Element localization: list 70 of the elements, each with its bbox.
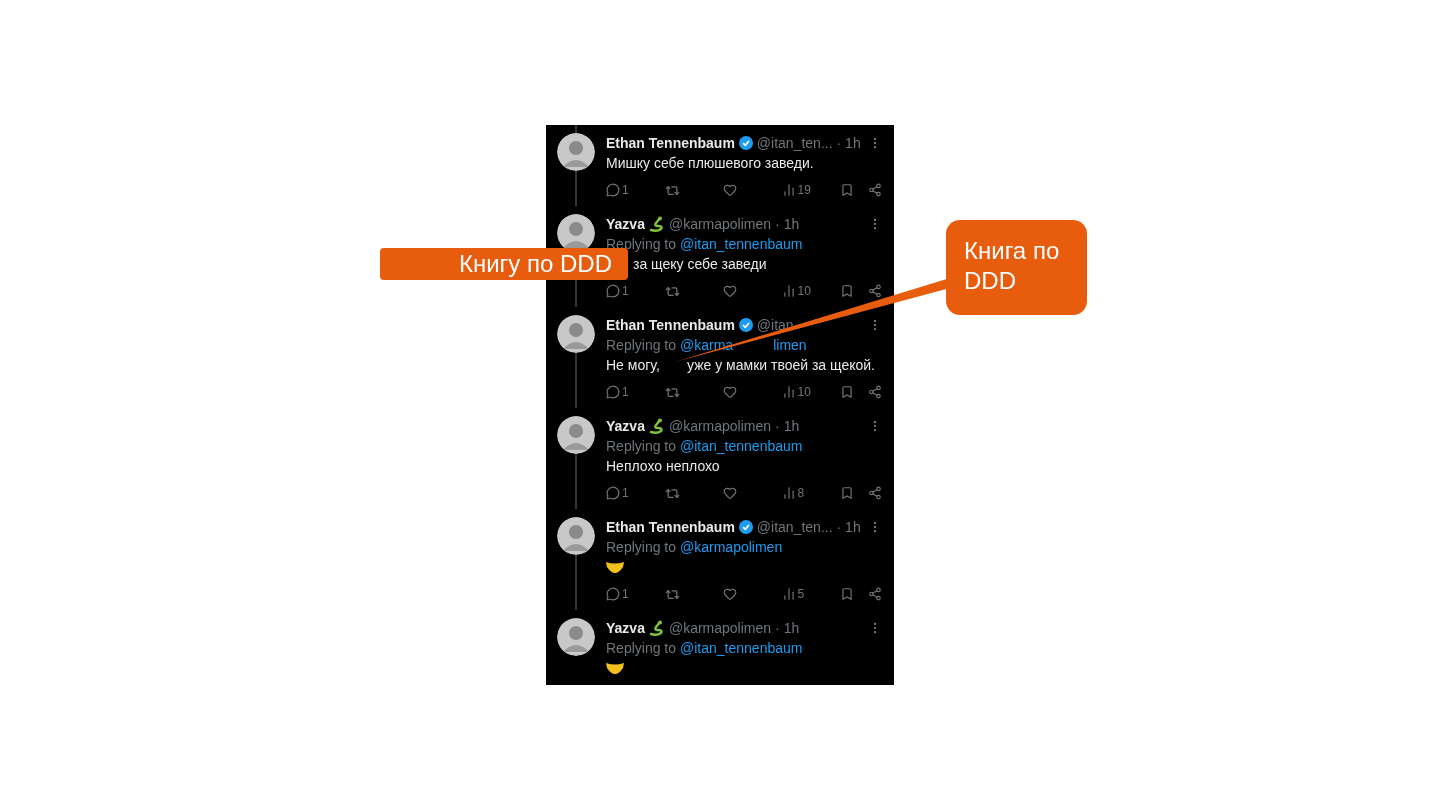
verified-badge-icon [738,318,753,332]
tweet-text: Неплохо неплохо [606,457,721,476]
tweet-text: Мишку себе плюшевого заведи. [606,154,815,173]
mention-link[interactable]: @karma [680,335,734,355]
bookmark-icon[interactable] [840,486,854,500]
views-button[interactable]: 8 [781,486,818,500]
reply-button[interactable]: 1 [606,385,642,399]
reply-button[interactable]: 1 [606,587,642,601]
annotation-label: Книгу по DDD [380,248,628,280]
mention-link[interactable]: @karmapolimen [680,537,783,557]
author-name[interactable]: Yazva [606,216,645,232]
avatar[interactable] [557,416,595,454]
tweet-text: за щеку себе заведи [632,255,768,274]
share-icon[interactable] [868,486,882,500]
share-icon[interactable] [868,284,882,298]
bookmark-icon[interactable] [840,284,854,298]
views-button[interactable]: 10 [781,284,818,298]
handshake-icon [606,662,624,674]
share-icon[interactable] [868,183,882,197]
bar-chart-icon [781,284,796,298]
replying-label: Replying to [606,639,677,658]
bar-chart-icon [781,183,796,197]
mention-link[interactable]: limen [773,335,807,355]
avatar[interactable] [557,315,595,353]
author-name[interactable]: Ethan Tennenbaum [606,135,735,151]
tweet-time: · 1h [775,418,800,434]
author-handle: @karmapolimen [668,216,772,232]
author-name[interactable]: Yazva [606,418,645,434]
author-handle: @karmapolimen [668,620,772,636]
share-icon[interactable] [868,587,882,601]
handshake-icon [606,561,624,573]
annotation-callout: Книга по DDD [946,220,1087,315]
replying-label: Replying to [606,538,677,557]
mention-link[interactable]: @itan_tennenbaum [680,638,803,658]
avatar[interactable] [557,133,595,171]
author-name[interactable]: Ethan Tennenbaum [606,317,735,333]
replying-label: Replying to [606,336,677,355]
mention-link[interactable]: @itan_tennenbaum [680,234,803,254]
mention-link[interactable]: @itan_tennenbaum [680,436,803,456]
avatar[interactable] [557,618,595,656]
bar-chart-icon [781,486,796,500]
avatar[interactable] [557,517,595,555]
tweet-time: · 1h [775,620,800,636]
author-name[interactable]: Yazva [606,620,645,636]
tweet-time: · 1h [836,135,861,151]
reply-button[interactable]: 1 [606,183,642,197]
snake-icon [648,418,665,434]
bar-chart-icon [781,385,796,399]
reply-button[interactable]: 1 [606,284,642,298]
snake-icon [648,216,665,232]
author-handle: @karmapolimen [668,418,772,434]
bar-chart-icon [781,587,796,601]
tweet-time: · 1h [836,519,861,535]
views-button[interactable]: 10 [781,385,818,399]
views-button[interactable]: 5 [781,587,818,601]
share-icon[interactable] [868,385,882,399]
author-name[interactable]: Ethan Tennenbaum [606,519,735,535]
bookmark-icon[interactable] [840,385,854,399]
verified-badge-icon [738,136,753,150]
verified-badge-icon [738,520,753,534]
snake-icon [648,620,665,636]
reply-button[interactable]: 1 [606,486,642,500]
author-handle: @itan_ten... [756,519,833,535]
author-handle: @itan_ten... [756,135,833,151]
replying-label: Replying to [606,437,677,456]
bookmark-icon[interactable] [840,587,854,601]
tweet-text: Не могу, уже у мамки твоей за щекой. [606,356,876,375]
bookmark-icon[interactable] [840,183,854,197]
views-button[interactable]: 19 [781,183,818,197]
tweet-time: · 1h [775,216,800,232]
